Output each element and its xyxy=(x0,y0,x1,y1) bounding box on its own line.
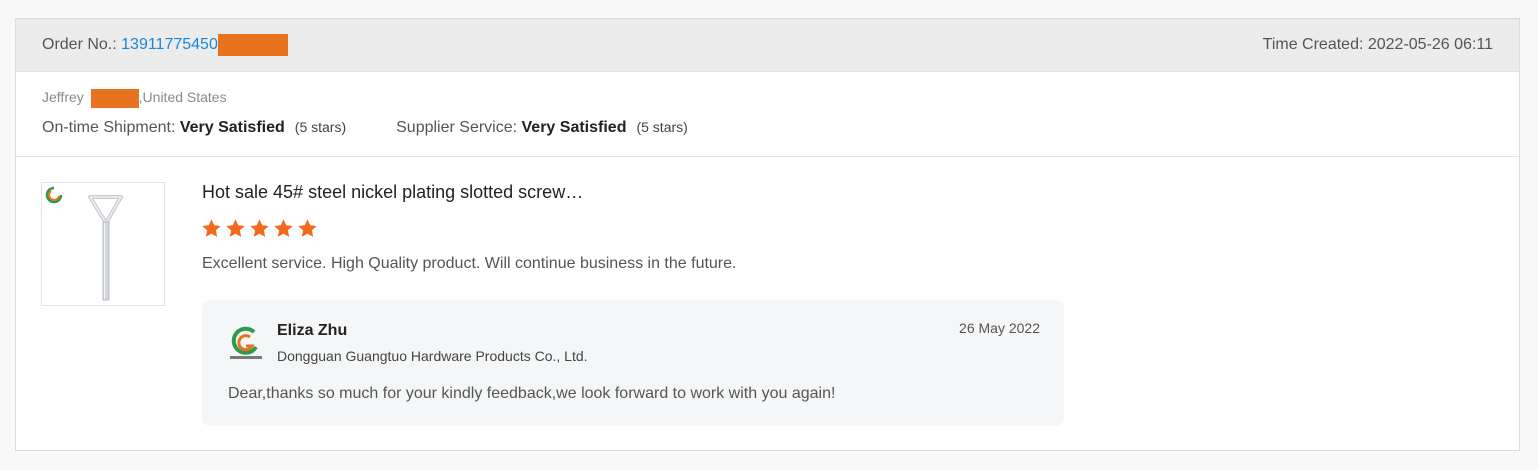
reply-author: Eliza Zhu xyxy=(277,322,348,339)
order-label: Order No.: xyxy=(42,36,122,54)
supplier-logo-icon xyxy=(230,326,262,359)
star-icon xyxy=(298,219,317,237)
service-rating: Supplier Service: Very Satisfied (5 stars… xyxy=(396,119,688,137)
star-icon xyxy=(274,219,293,237)
rating-summary: On-time Shipment: Very Satisfied (5 stars… xyxy=(42,119,688,137)
divider xyxy=(16,156,1519,157)
product-thumbnail[interactable] xyxy=(41,182,165,306)
product-image xyxy=(45,186,123,301)
review-card: Order No.: 13911775450 Time Created: 202… xyxy=(15,18,1520,451)
service-value: Very Satisfied xyxy=(521,119,627,136)
star-icon xyxy=(202,219,221,237)
star-icon xyxy=(250,219,269,237)
buyer-location: ,United States xyxy=(138,89,227,106)
star-icon xyxy=(226,219,245,237)
shipment-value: Very Satisfied xyxy=(179,119,285,136)
brand-mark-icon xyxy=(45,186,63,204)
review-text: Excellent service. High Quality product.… xyxy=(202,255,737,272)
supplier-reply: Eliza Zhu 26 May 2022 Dongguan Guangtuo … xyxy=(202,300,1064,426)
order-number-link[interactable]: 13911775450 xyxy=(121,36,218,53)
redaction-block xyxy=(217,34,288,56)
screw-icon xyxy=(88,195,123,301)
buyer-name: Jeffrey xyxy=(42,89,84,106)
time-created: Time Created: 2022-05-26 06:11 xyxy=(1262,36,1493,53)
reply-date: 26 May 2022 xyxy=(959,320,1040,336)
order-number: Order No.: 13911775450 xyxy=(42,34,288,56)
shipment-rating: On-time Shipment: Very Satisfied (5 stars… xyxy=(42,119,346,137)
order-header: Order No.: 13911775450 Time Created: 202… xyxy=(16,19,1519,72)
product-title[interactable]: Hot sale 45# steel nickel plating slotte… xyxy=(202,182,583,203)
shipment-label: On-time Shipment: xyxy=(42,119,180,136)
buyer-info: Jeffrey ,United States xyxy=(42,89,227,108)
service-label: Supplier Service: xyxy=(396,119,522,136)
reply-message: Dear,thanks so much for your kindly feed… xyxy=(228,385,836,402)
reply-company: Dongguan Guangtuo Hardware Products Co.,… xyxy=(277,348,588,364)
product-star-rating xyxy=(201,218,318,239)
shipment-stars: (5 stars) xyxy=(294,119,347,135)
redaction-block xyxy=(90,89,139,108)
service-stars: (5 stars) xyxy=(636,119,688,135)
